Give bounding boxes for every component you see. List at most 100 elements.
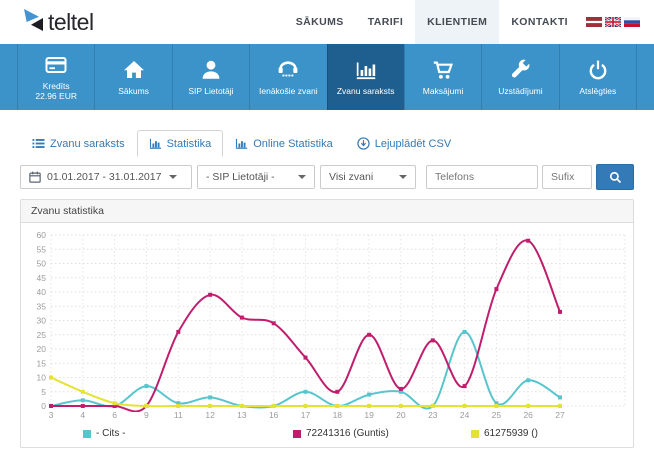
tab-label: Statistika xyxy=(166,137,212,150)
svg-text:16: 16 xyxy=(269,410,279,420)
svg-text:10: 10 xyxy=(37,373,47,383)
search-icon xyxy=(609,171,622,184)
tab-label: Zvanu saraksts xyxy=(50,137,125,150)
toolbar-item-label: Sākums xyxy=(118,86,149,96)
legend-swatch xyxy=(471,429,479,438)
tab-statistika[interactable]: Statistika xyxy=(136,130,224,157)
page: teltel SĀKUMS TARIFI KLIENTIEM KONTAKTI … xyxy=(0,0,654,453)
power-icon xyxy=(586,58,610,82)
legend-swatch xyxy=(83,429,91,438)
russia-flag-icon[interactable] xyxy=(624,17,640,27)
list-icon xyxy=(32,137,45,150)
legend-label: 61275939 () xyxy=(484,428,538,439)
toolbar-item-sip-lietotaji[interactable]: SIP Lietotāji xyxy=(171,44,249,110)
toolbar-item-sakums[interactable]: Sākums xyxy=(94,44,171,110)
svg-text:0: 0 xyxy=(41,401,46,411)
content: Zvanu saraksts Statistika Online Statist… xyxy=(0,130,654,448)
svg-text:60: 60 xyxy=(37,230,47,240)
filter-bar: 01.01.2017 - 31.01.2017 - SIP Lietotāji … xyxy=(20,164,634,190)
legend-item-cits[interactable]: - Cits - xyxy=(83,428,125,439)
tab-lejupladet-csv[interactable]: Lejuplādēt CSV xyxy=(345,130,463,157)
svg-text:25: 25 xyxy=(37,330,47,340)
svg-text:20: 20 xyxy=(396,410,406,420)
tab-online-statistika[interactable]: Online Statistika xyxy=(223,130,344,157)
nav-tarifi[interactable]: TARIFI xyxy=(356,0,415,44)
svg-text:19: 19 xyxy=(364,410,374,420)
toolbar-item-label: Uzstādījumi xyxy=(498,86,543,96)
svg-text:15: 15 xyxy=(37,358,47,368)
toolbar-item-uzstadijumi[interactable]: Uzstādījumi xyxy=(481,44,558,110)
toolbar-item-atslegties[interactable]: Atslēgties xyxy=(558,44,637,110)
logo-text: teltel xyxy=(48,8,94,35)
main-toolbar: Kredīts 22.96 EUR Sākums SIP Lietotāji Ie… xyxy=(0,44,654,110)
panel-title: Zvanu statistika xyxy=(21,200,633,223)
svg-text:9: 9 xyxy=(144,410,149,420)
cart-icon xyxy=(431,58,455,82)
svg-text:30: 30 xyxy=(37,316,47,326)
svg-text:24: 24 xyxy=(460,410,470,420)
suffix-input[interactable] xyxy=(542,165,592,189)
user-icon xyxy=(199,58,223,82)
toolbar-item-maksajumi[interactable]: Maksājumi xyxy=(403,44,481,110)
search-group xyxy=(426,164,634,190)
chart-legend: - Cits - 72241316 (Guntis) 61275939 () xyxy=(21,426,633,447)
phone-icon xyxy=(276,58,300,82)
nav-klientiem[interactable]: KLIENTIEM xyxy=(415,0,500,44)
toolbar-item-ienakosie-zvani[interactable]: Ienākošie zvani xyxy=(249,44,326,110)
date-range-picker[interactable]: 01.01.2017 - 31.01.2017 xyxy=(20,165,192,189)
call-type-value: Visi zvani xyxy=(329,171,374,183)
latvia-flag-icon[interactable] xyxy=(586,17,602,27)
svg-text:13: 13 xyxy=(237,410,247,420)
svg-text:3: 3 xyxy=(49,410,54,420)
chevron-down-icon xyxy=(399,175,407,179)
legend-item-guntis[interactable]: 72241316 (Guntis) xyxy=(293,428,389,439)
tab-label: Lejuplādēt CSV xyxy=(374,137,452,150)
sip-user-select[interactable]: - SIP Lietotāji - xyxy=(197,165,315,189)
svg-text:18: 18 xyxy=(333,410,343,420)
svg-text:26: 26 xyxy=(523,410,533,420)
svg-text:55: 55 xyxy=(37,244,47,254)
credit-card-icon xyxy=(44,53,68,77)
statistics-panel: Zvanu statistika 0 5 10 15 20 25 30 35 40 45 50 55 6… xyxy=(20,199,634,448)
phone-input[interactable] xyxy=(426,165,538,189)
nav-sakums[interactable]: SĀKUMS xyxy=(284,0,356,44)
call-type-select[interactable]: Visi zvani xyxy=(320,165,416,189)
bar-chart-icon xyxy=(354,58,378,82)
svg-text:25: 25 xyxy=(492,410,502,420)
svg-text:12: 12 xyxy=(205,410,215,420)
svg-text:5: 5 xyxy=(41,387,46,397)
legend-swatch xyxy=(293,429,301,438)
legend-label: - Cits - xyxy=(96,428,126,439)
svg-text:27: 27 xyxy=(555,410,565,420)
toolbar-item-label: Kredīts 22.96 EUR xyxy=(35,81,77,101)
svg-text:20: 20 xyxy=(37,344,47,354)
top-nav: SĀKUMS TARIFI KLIENTIEM KONTAKTI xyxy=(284,0,640,44)
language-flags xyxy=(586,17,640,27)
teltel-logo-icon xyxy=(24,9,44,35)
svg-text:6: 6 xyxy=(112,410,117,420)
toolbar-item-label: Maksājumi xyxy=(422,86,464,96)
sip-user-value: - SIP Lietotāji - xyxy=(206,171,275,183)
tab-zvanu-saraksts[interactable]: Zvanu saraksts xyxy=(20,130,137,157)
legend-item-61275939[interactable]: 61275939 () xyxy=(471,428,538,439)
svg-text:23: 23 xyxy=(428,410,438,420)
chart-icon xyxy=(235,137,248,150)
tab-bar: Zvanu saraksts Statistika Online Statist… xyxy=(20,130,634,157)
date-range-value: 01.01.2017 - 31.01.2017 xyxy=(47,171,162,183)
download-icon xyxy=(357,137,370,150)
home-icon xyxy=(122,58,146,82)
svg-text:50: 50 xyxy=(37,259,47,269)
toolbar-item-credit[interactable]: Kredīts 22.96 EUR xyxy=(17,44,94,110)
chevron-down-icon xyxy=(169,175,178,179)
toolbar-item-zvanu-saraksts[interactable]: Zvanu saraksts xyxy=(326,44,404,110)
nav-kontakti[interactable]: KONTAKTI xyxy=(499,0,580,44)
search-button[interactable] xyxy=(596,164,634,190)
toolbar-item-label: Ienākošie zvani xyxy=(259,86,318,96)
chart-icon xyxy=(149,137,162,150)
calendar-icon xyxy=(29,171,41,183)
tab-label: Online Statistika xyxy=(253,137,333,150)
toolbar-item-label: Atslēgties xyxy=(579,86,617,96)
uk-flag-icon[interactable] xyxy=(605,17,621,27)
teltel-logo[interactable]: teltel xyxy=(24,9,94,36)
svg-text:11: 11 xyxy=(174,410,183,420)
